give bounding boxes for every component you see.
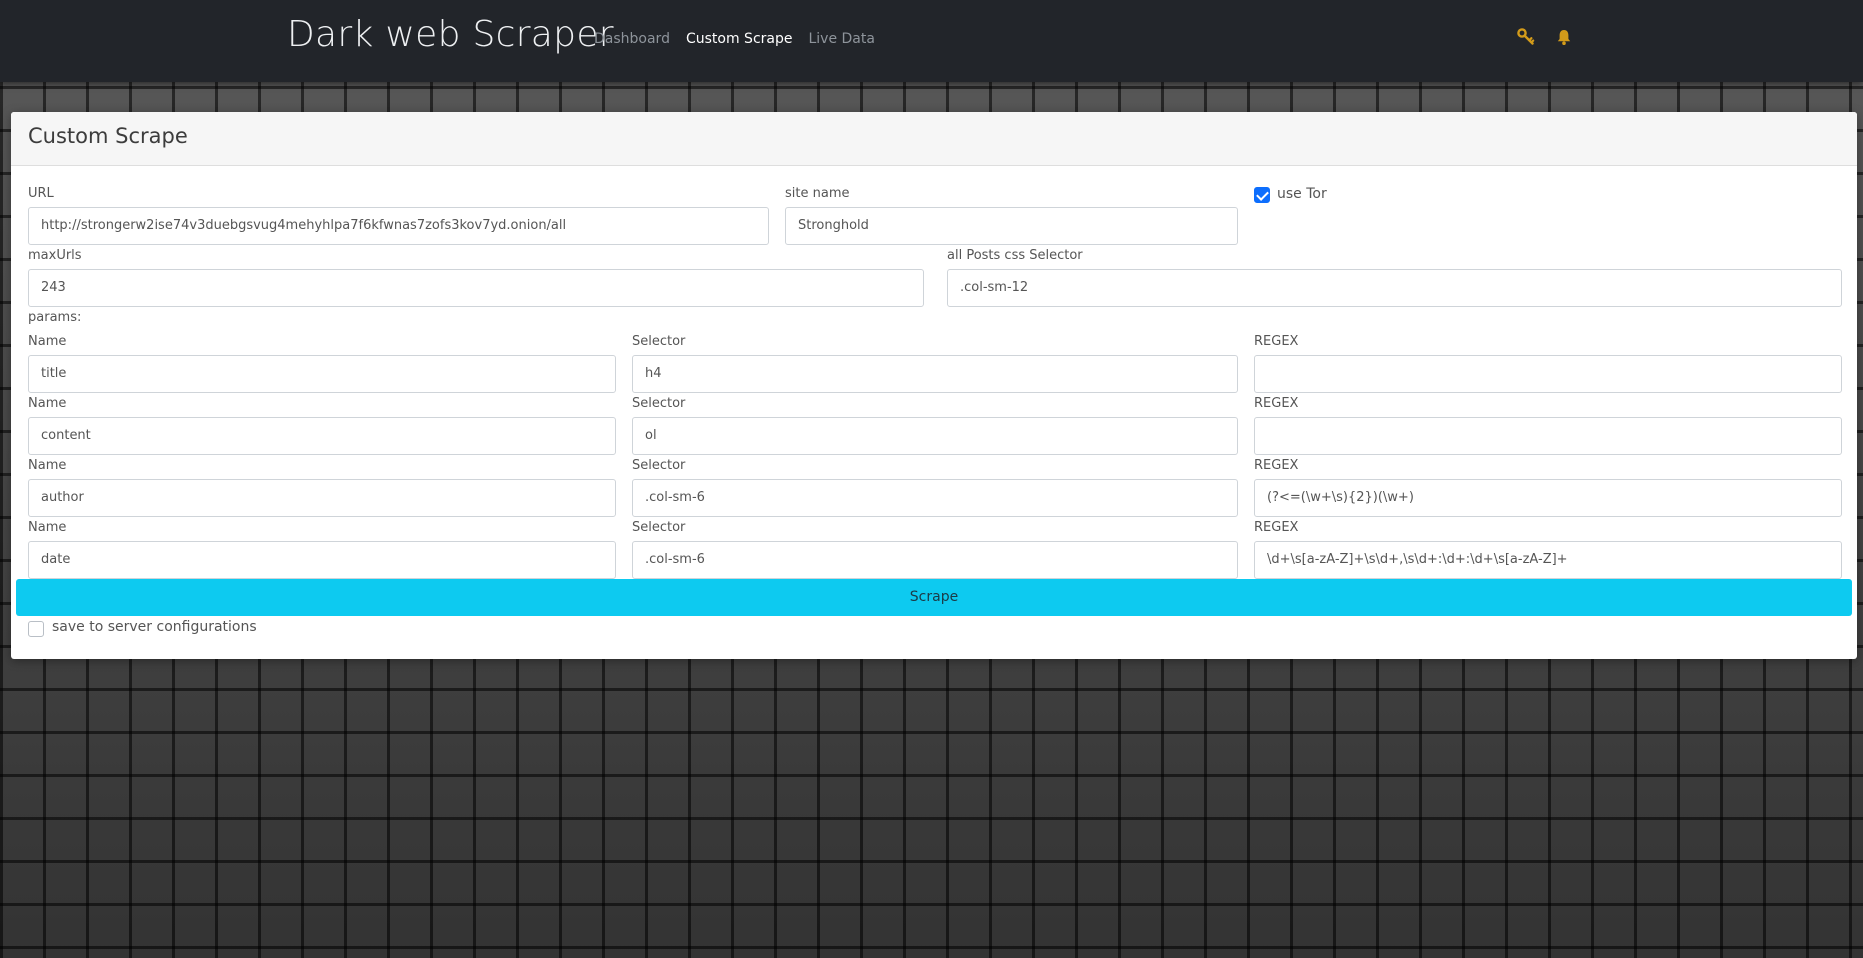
max-urls-input[interactable]: 243 xyxy=(28,269,924,307)
app-title: Dark web Scraper xyxy=(287,14,614,55)
param-regex-input[interactable]: \d+\s[a-zA-Z]+\s\d+,\s\d+:\d+:\d+\s[a-zA… xyxy=(1254,541,1842,579)
scrape-button[interactable]: Scrape xyxy=(16,579,1852,616)
top-navbar: Dark web Scraper Dashboard Custom Scrape… xyxy=(0,0,1863,82)
param-name-input[interactable]: title xyxy=(28,355,616,393)
param-selector-input[interactable]: h4 xyxy=(632,355,1238,393)
param-name-label: Name xyxy=(28,458,67,473)
param-selector-label: Selector xyxy=(632,458,686,473)
params-label: params: xyxy=(28,310,82,325)
site-name-input[interactable]: Stronghold xyxy=(785,207,1238,245)
posts-selector-input[interactable]: .col-sm-12 xyxy=(947,269,1842,307)
param-selector-input[interactable]: ol xyxy=(632,417,1238,455)
bell-icon[interactable] xyxy=(1555,28,1575,48)
param-name-label: Name xyxy=(28,334,67,349)
param-name-input[interactable]: content xyxy=(28,417,616,455)
nav-link-custom-scrape[interactable]: Custom Scrape xyxy=(686,31,793,47)
nav-links: Dashboard Custom Scrape Live Data xyxy=(594,31,875,47)
site-name-label: site name xyxy=(785,186,850,201)
nav-link-dashboard[interactable]: Dashboard xyxy=(594,31,670,47)
key-icon[interactable] xyxy=(1517,28,1537,48)
param-name-input[interactable]: date xyxy=(28,541,616,579)
param-name-label: Name xyxy=(28,396,67,411)
posts-selector-label: all Posts css Selector xyxy=(947,248,1083,263)
param-regex-label: REGEX xyxy=(1254,520,1299,535)
max-urls-label: maxUrls xyxy=(28,248,82,263)
card-header: Custom Scrape xyxy=(11,112,1857,166)
param-regex-label: REGEX xyxy=(1254,458,1299,473)
param-name-label: Name xyxy=(28,520,67,535)
param-regex-input[interactable] xyxy=(1254,417,1842,455)
param-regex-input[interactable]: (?<=(\w+\s){2})(\w+) xyxy=(1254,479,1842,517)
custom-scrape-card: Custom Scrape URL http://strongerw2ise74… xyxy=(11,112,1857,659)
param-selector-label: Selector xyxy=(632,520,686,535)
param-selector-label: Selector xyxy=(632,334,686,349)
param-regex-label: REGEX xyxy=(1254,396,1299,411)
param-regex-input[interactable] xyxy=(1254,355,1842,393)
use-tor-label: use Tor xyxy=(1277,186,1327,202)
url-label: URL xyxy=(28,186,54,201)
param-selector-input[interactable]: .col-sm-6 xyxy=(632,541,1238,579)
card-title: Custom Scrape xyxy=(28,124,188,148)
param-selector-input[interactable]: .col-sm-6 xyxy=(632,479,1238,517)
save-config-checkbox[interactable] xyxy=(28,621,44,637)
param-selector-label: Selector xyxy=(632,396,686,411)
param-name-input[interactable]: author xyxy=(28,479,616,517)
nav-link-live-data[interactable]: Live Data xyxy=(808,31,874,47)
use-tor-checkbox[interactable] xyxy=(1254,187,1270,203)
param-regex-label: REGEX xyxy=(1254,334,1299,349)
url-input[interactable]: http://strongerw2ise74v3duebgsvug4mehyhl… xyxy=(28,207,769,245)
save-config-label: save to server configurations xyxy=(52,619,257,635)
